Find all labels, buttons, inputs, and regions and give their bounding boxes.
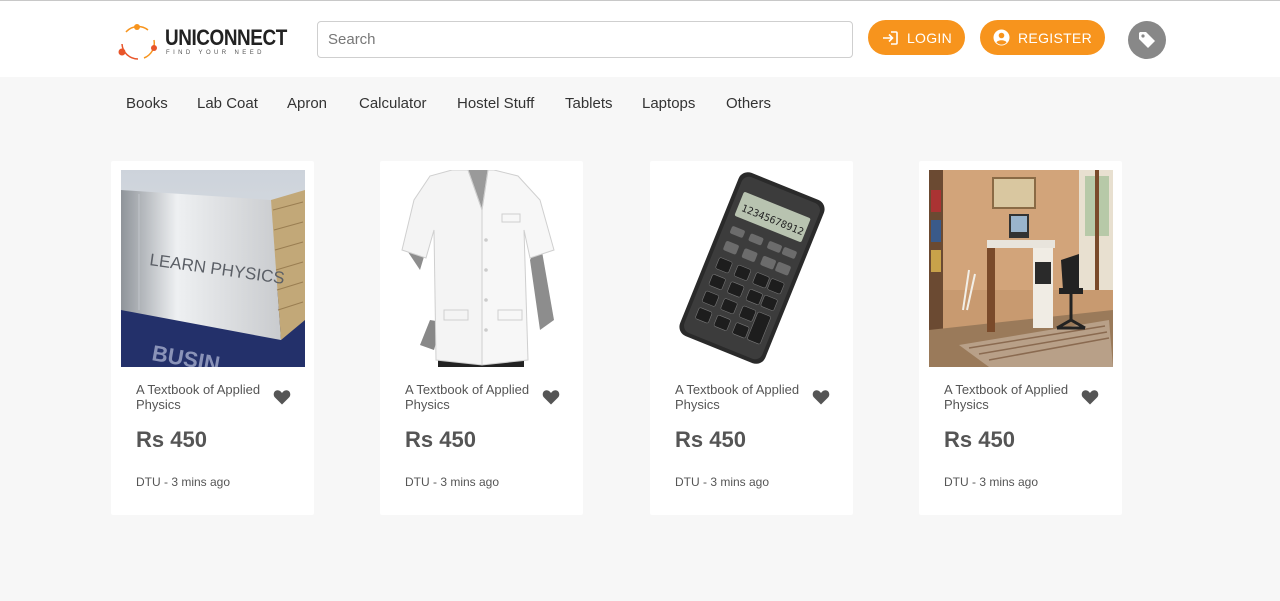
product-card[interactable]: 12345678912 A Textbook of Applied Physic…	[650, 161, 853, 515]
product-card[interactable]: A Textbook of Applied Physics Rs 450 DTU…	[919, 161, 1122, 515]
product-price: Rs 450	[405, 427, 476, 452]
product-image-study-desk[interactable]	[929, 170, 1113, 367]
product-title[interactable]: A Textbook of Applied Physics	[675, 382, 815, 412]
heart-icon[interactable]	[812, 389, 830, 405]
product-price: Rs 450	[944, 427, 1015, 452]
login-label: LOGIN	[906, 29, 953, 46]
product-title[interactable]: A Textbook of Applied Physics	[944, 382, 1084, 412]
nav-item-calculator[interactable]: Calculator	[359, 95, 427, 112]
nav-item-laptops[interactable]: Laptops	[642, 95, 695, 112]
nav-item-books[interactable]: Books	[126, 95, 168, 112]
product-price: Rs 450	[136, 427, 207, 452]
logo[interactable]: UNICONNECT FIND YOUR NEED	[118, 22, 298, 62]
product-meta: DTU - 3 mins ago	[675, 475, 770, 489]
login-button[interactable]: LOGIN	[868, 20, 965, 55]
product-title[interactable]: A Textbook of Applied Physics	[405, 382, 545, 412]
product-image-calculator[interactable]: 12345678912	[660, 170, 844, 367]
sign-in-icon	[882, 30, 898, 45]
product-meta: DTU - 3 mins ago	[405, 475, 500, 489]
tag-button[interactable]	[1128, 21, 1166, 59]
heart-icon[interactable]	[1081, 389, 1099, 405]
logo-title: UNICONNECT	[165, 25, 287, 50]
register-button[interactable]: REGISTER	[980, 20, 1105, 55]
heart-icon[interactable]	[542, 389, 560, 405]
product-image-lab-coat[interactable]	[390, 170, 574, 367]
nav-item-tablets[interactable]: Tablets	[565, 95, 613, 112]
nav-item-hostel-stuff[interactable]: Hostel Stuff	[457, 95, 534, 112]
search-input[interactable]	[317, 21, 853, 58]
tag-icon	[1139, 32, 1155, 48]
product-meta: DTU - 3 mins ago	[136, 475, 231, 489]
product-image-physics-book[interactable]: BUSIN LEARN PHYSICS	[121, 170, 305, 367]
nav-item-lab-coat[interactable]: Lab Coat	[197, 95, 258, 112]
product-price: Rs 450	[675, 427, 746, 452]
user-circle-icon	[993, 29, 1010, 46]
product-meta: DTU - 3 mins ago	[944, 475, 1039, 489]
product-card[interactable]: A Textbook of Applied Physics Rs 450 DTU…	[380, 161, 583, 515]
heart-icon[interactable]	[273, 389, 291, 405]
nav-item-others[interactable]: Others	[726, 95, 771, 112]
logo-tagline: FIND YOUR NEED	[166, 50, 265, 56]
register-label: REGISTER	[1018, 29, 1092, 46]
nav-item-apron[interactable]: Apron	[287, 95, 327, 112]
header: UNICONNECT FIND YOUR NEED LOGIN REGISTER	[0, 1, 1280, 77]
logo-mark-icon	[118, 24, 157, 60]
product-title[interactable]: A Textbook of Applied Physics	[136, 382, 276, 412]
product-card[interactable]: BUSIN LEARN PHYSICS A Textbook of Applie…	[111, 161, 314, 515]
